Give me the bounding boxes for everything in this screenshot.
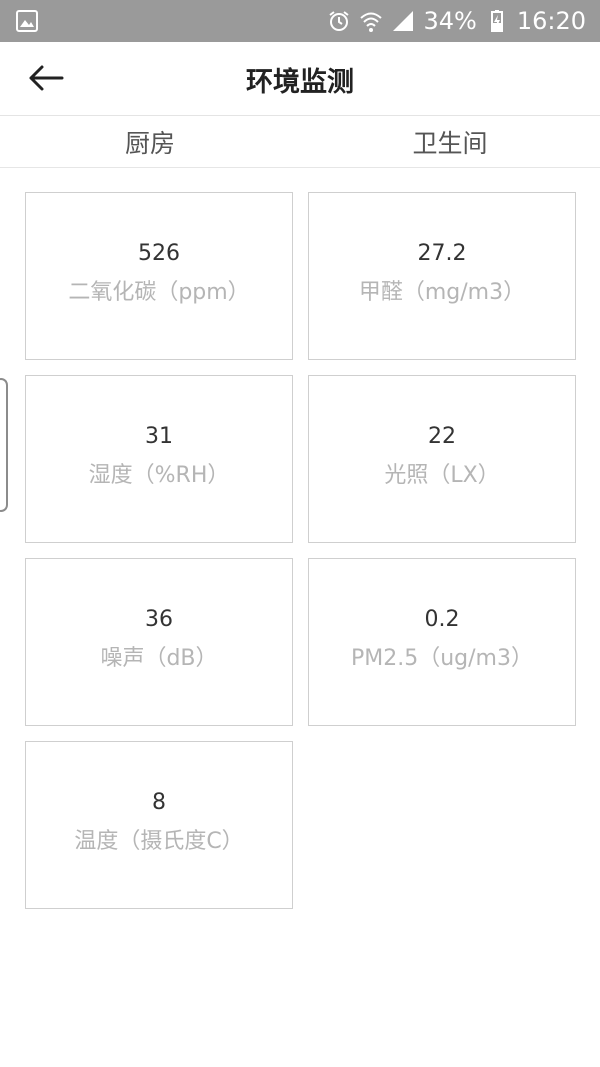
side-drawer-handle[interactable] — [0, 378, 8, 512]
battery-percent: 34% — [423, 7, 477, 35]
room-tabs: 厨房 卫生间 — [0, 116, 600, 168]
reading-value: 526 — [138, 240, 180, 266]
wifi-icon — [359, 9, 383, 33]
reading-card-formaldehyde[interactable]: 27.2 甲醛（mg/m3） — [308, 192, 576, 360]
app-bar: 环境监测 — [0, 42, 600, 116]
reading-value: 8 — [152, 789, 166, 815]
reading-card-light[interactable]: 22 光照（LX） — [308, 375, 576, 543]
reading-value: 0.2 — [424, 606, 460, 632]
reading-card-co2[interactable]: 526 二氧化碳（ppm） — [25, 192, 293, 360]
image-icon — [16, 10, 38, 32]
reading-card-pm25[interactable]: 0.2 PM2.5（ug/m3） — [308, 558, 576, 726]
reading-label: 光照（LX） — [384, 462, 500, 488]
signal-icon — [391, 9, 415, 33]
reading-card-humidity[interactable]: 31 湿度（%RH） — [25, 375, 293, 543]
page-title: 环境监测 — [246, 66, 354, 98]
tab-kitchen[interactable]: 厨房 — [0, 116, 300, 167]
reading-card-noise[interactable]: 36 噪声（dB） — [25, 558, 293, 726]
reading-label: 噪声（dB） — [100, 645, 218, 671]
reading-value: 22 — [428, 423, 456, 449]
back-arrow-icon — [28, 64, 64, 96]
battery-charging-icon — [485, 9, 509, 33]
reading-label: PM2.5（ug/m3） — [351, 645, 533, 671]
clock: 16:20 — [516, 7, 586, 35]
reading-label: 二氧化碳（ppm） — [68, 279, 250, 305]
back-button[interactable] — [22, 60, 70, 100]
reading-value: 27.2 — [417, 240, 467, 266]
tab-bathroom[interactable]: 卫生间 — [300, 116, 600, 167]
reading-label: 甲醛（mg/m3） — [358, 279, 526, 305]
reading-label: 湿度（%RH） — [88, 462, 230, 488]
reading-value: 36 — [145, 606, 173, 632]
reading-label: 温度（摄氏度C） — [74, 828, 244, 854]
alarm-icon — [327, 9, 351, 33]
reading-card-temperature[interactable]: 8 温度（摄氏度C） — [25, 741, 293, 909]
reading-value: 31 — [145, 423, 173, 449]
status-bar: 34% 16:20 — [0, 0, 600, 42]
